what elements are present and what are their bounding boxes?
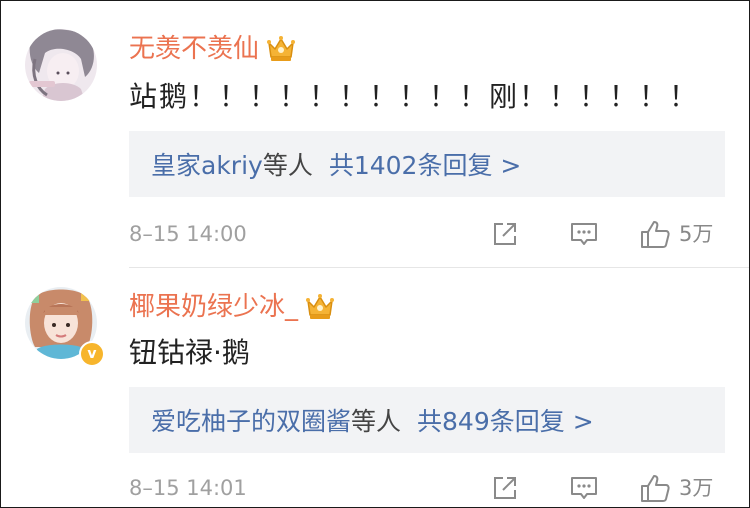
- comment-list: 无羡不羡仙 站鹅！！！！！！！！！！刚！！！！！！ 皇家akriy 等人 共14…: [0, 0, 750, 508]
- crown-icon[interactable]: [304, 293, 336, 321]
- verified-badge-icon: v: [79, 341, 105, 367]
- crown-icon[interactable]: [265, 35, 297, 63]
- thumbs-up-icon: [641, 475, 670, 502]
- avatar[interactable]: [25, 29, 97, 101]
- replies-link[interactable]: 爱吃柚子的双圈酱 等人 共849条回复 >: [129, 387, 725, 453]
- reply-count[interactable]: 共1402条回复 >: [329, 146, 522, 182]
- comment-text: 站鹅！！！！！！！！！！刚！！！！！！: [129, 80, 700, 113]
- reply-user-link[interactable]: 爱吃柚子的双圈酱: [151, 402, 351, 438]
- timestamp: 8–15 14:00: [129, 222, 247, 246]
- reply-count[interactable]: 共849条回复 >: [417, 402, 594, 438]
- like-button[interactable]: 5万: [639, 217, 713, 251]
- share-icon: [494, 223, 516, 245]
- reply-button[interactable]: [569, 471, 599, 505]
- comment-item: v 椰果奶绿少冰_ 钮钴禄·鹅 爱吃柚子的双圈酱 等人 共849条回复 > 8–…: [1, 267, 749, 507]
- comment-text: 钮钴禄·鹅: [129, 336, 250, 369]
- reply-button[interactable]: [569, 217, 599, 251]
- comment-item: 无羡不羡仙 站鹅！！！！！！！！！！刚！！！！！！ 皇家akriy 等人 共14…: [1, 1, 749, 267]
- like-count: 3万: [679, 476, 714, 500]
- username[interactable]: 椰果奶绿少冰_: [129, 289, 298, 325]
- comment-icon: [571, 223, 597, 245]
- reply-users-suffix: 等人: [351, 407, 402, 436]
- like-button[interactable]: 3万: [639, 471, 713, 505]
- share-button[interactable]: [491, 471, 519, 505]
- like-count: 5万: [679, 222, 714, 246]
- username-row: 无羡不羡仙: [129, 31, 297, 67]
- comment-icon: [571, 477, 597, 499]
- username-row: 椰果奶绿少冰_: [129, 289, 336, 325]
- comment-footer: 8–15 14:00 5万: [129, 217, 725, 251]
- thumbs-up-icon: [641, 221, 670, 248]
- timestamp: 8–15 14:01: [129, 476, 247, 500]
- username[interactable]: 无羡不羡仙: [129, 31, 259, 67]
- share-button[interactable]: [491, 217, 519, 251]
- reply-users-suffix: 等人: [262, 151, 313, 180]
- share-icon: [494, 477, 516, 499]
- comment-footer: 8–15 14:01 3万: [129, 471, 725, 505]
- reply-user-link[interactable]: 皇家akriy: [151, 146, 263, 182]
- replies-link[interactable]: 皇家akriy 等人 共1402条回复 >: [129, 131, 725, 197]
